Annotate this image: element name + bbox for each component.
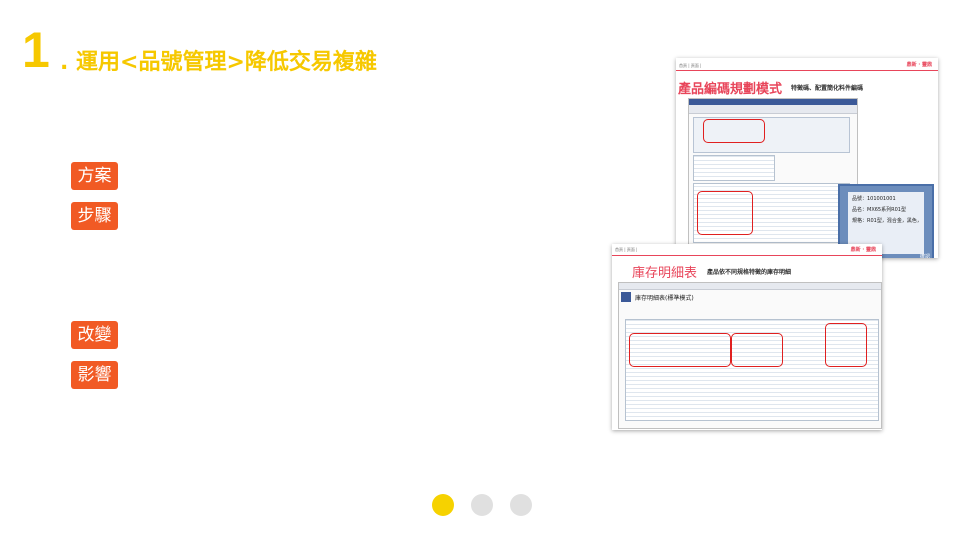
tag-plan: 方案: [71, 162, 118, 190]
pager-dot-2[interactable]: [471, 494, 493, 516]
report-icon: [621, 292, 631, 302]
tag-impact: 影響: [71, 361, 118, 389]
callout-item-name: 品名：MX65系列R01型: [852, 207, 906, 213]
screenshot1-heading: 產品編碼規劃模式: [678, 82, 783, 97]
callout-confirm: 確認: [919, 254, 930, 258]
erp-window: 庫存明細表(標準模式): [618, 282, 882, 429]
brand-logo: 鼎新 · 靈鼎: [850, 247, 876, 253]
breadcrumb: 首頁 | 頁面 |: [615, 247, 638, 252]
page-title: . 運用<品號管理>降低交易複雜: [60, 50, 377, 75]
title-number: 1: [22, 22, 50, 78]
screenshot-product-coding: 首頁 | 頁面 | 鼎新 · 靈鼎 產品編碼規劃模式 特徵碼、配置簡化料件編碼 …: [676, 58, 938, 258]
brand-logo: 鼎新 · 靈鼎: [906, 62, 932, 68]
window-title: 庫存明細表(標準模式): [635, 295, 694, 302]
screenshot2-subheading: 產品依不同規格特徵的庫存明細: [707, 269, 792, 276]
tag-change: 改變: [71, 321, 118, 349]
callout-item-spec: 規格：R01型，混合金，黑色，15X塗: [852, 218, 920, 224]
breadcrumb: 首頁 | 頁面 |: [679, 63, 702, 68]
callout-item-code: 品號：101001001: [852, 196, 896, 202]
screenshot2-heading: 庫存明細表: [632, 266, 698, 281]
pager-dot-3[interactable]: [510, 494, 532, 516]
tag-steps: 步驟: [71, 202, 118, 230]
erp-window: [688, 98, 858, 250]
pager-dot-1[interactable]: [432, 494, 454, 516]
screenshot-inventory-detail: 首頁 | 頁面 | 鼎新 · 靈鼎 庫存明細表 產品依不同規格特徵的庫存明細 庫…: [612, 244, 882, 430]
screenshot1-subheading: 特徵碼、配置簡化料件編碼: [791, 85, 864, 92]
